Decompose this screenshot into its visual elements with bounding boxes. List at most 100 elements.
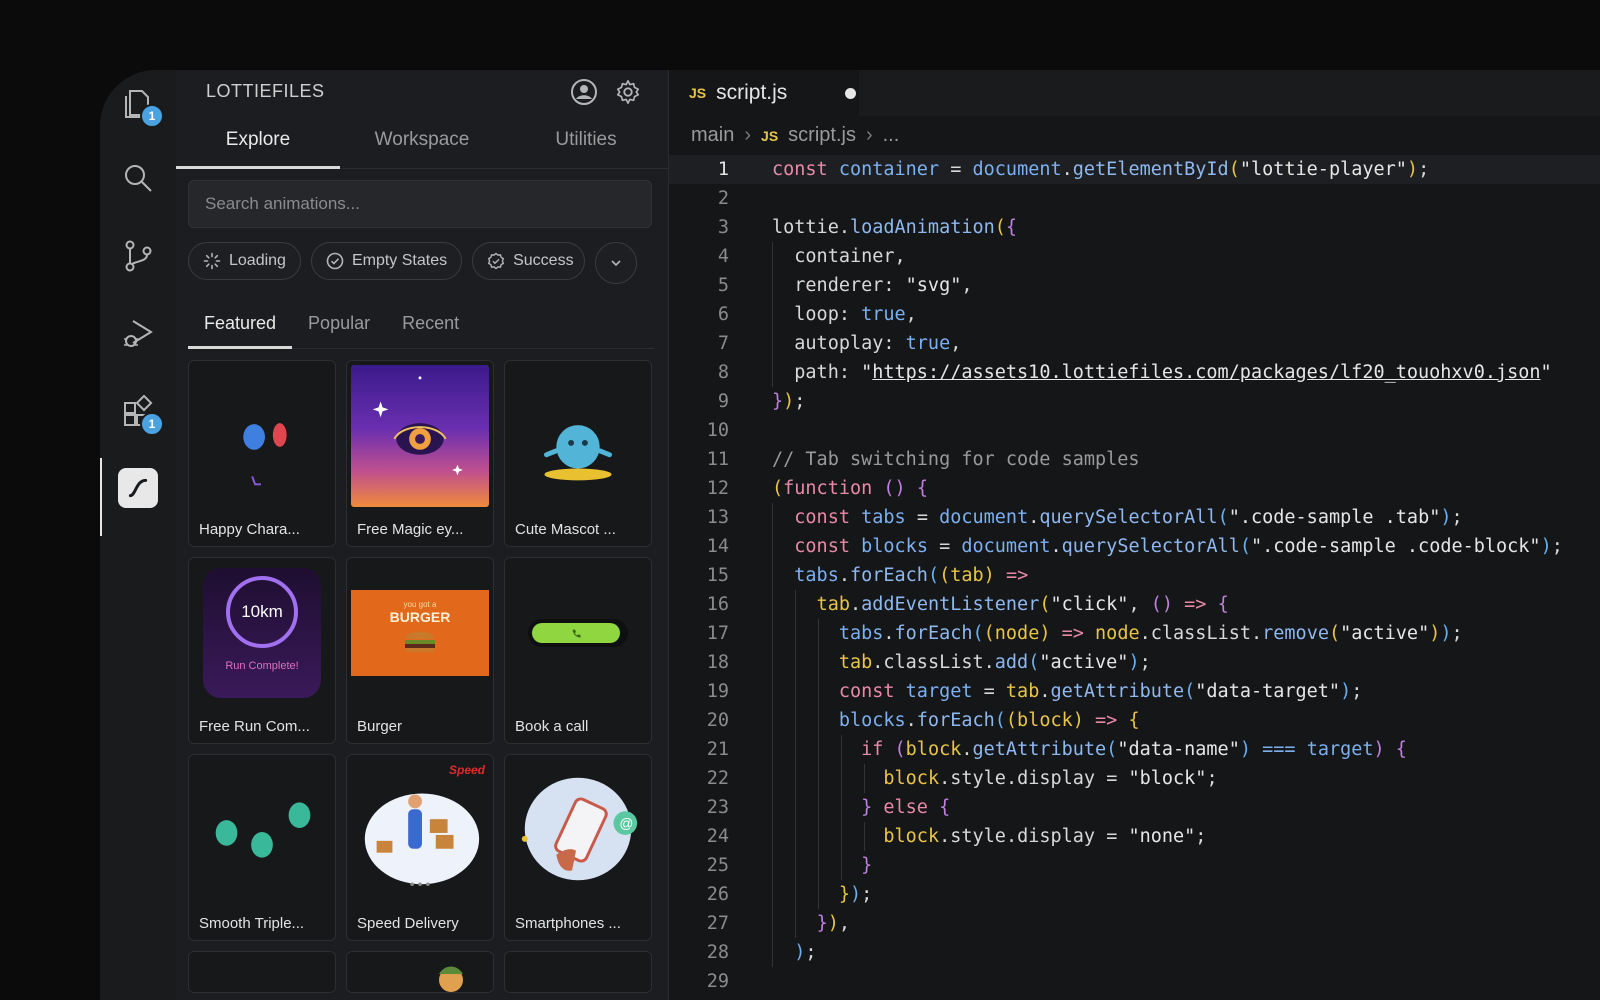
breadcrumb: main › JS script.js › ... xyxy=(691,124,899,147)
code-line: 23 } else { xyxy=(669,793,1600,822)
code-line: 14 const blocks = document.querySelector… xyxy=(669,532,1600,561)
code-line: 13 const tabs = document.querySelectorAl… xyxy=(669,503,1600,532)
animation-card[interactable]: Cute Mascot ... xyxy=(504,360,652,547)
animation-grid: Happy Chara... Free Magic ey... Cute Mas… xyxy=(188,360,658,993)
card-label: Free Magic ey... xyxy=(357,521,464,538)
card-label: Cute Mascot ... xyxy=(515,521,616,538)
card-thumbnail: @ xyxy=(509,759,647,901)
chip-loading[interactable]: Loading xyxy=(188,242,301,280)
animation-card[interactable]: Smooth Triple... xyxy=(188,754,336,941)
search-button[interactable] xyxy=(116,156,160,200)
tab-featured[interactable]: Featured xyxy=(188,298,293,349)
run-debug-button[interactable] xyxy=(116,312,160,356)
animation-card[interactable]: Speed Speed Delivery xyxy=(346,754,494,941)
card-label: Free Run Com... xyxy=(199,718,310,735)
code-line: 11// Tab switching for code samples xyxy=(706,449,1140,470)
more-chips-button[interactable] xyxy=(594,242,637,284)
code-line: 18 tab.classList.add("active"); xyxy=(669,648,1600,677)
code-line: 7 autoplay: true, xyxy=(669,329,1600,358)
card-label: Book a call xyxy=(515,718,589,735)
breadcrumb-branch[interactable]: main xyxy=(691,124,734,147)
account-button[interactable] xyxy=(570,78,598,106)
editor-tab-script-js[interactable]: JS script.js xyxy=(669,70,859,116)
code-line: 4 container, xyxy=(669,242,1600,271)
extensions-badge: 1 xyxy=(140,412,164,436)
code-line: 25 } xyxy=(669,851,1600,880)
card-thumbnail xyxy=(509,562,647,704)
sidebar-tabs: Explore Workspace Utilities xyxy=(176,112,668,169)
lottiefiles-button[interactable] xyxy=(116,466,160,510)
code-line: 3 lottie.loadAnimation({ xyxy=(717,217,1018,238)
gear-icon xyxy=(616,80,640,104)
card-thumbnail xyxy=(193,759,331,901)
js-file-icon: JS xyxy=(761,127,779,144)
burger-icon xyxy=(405,631,435,652)
tab-popular[interactable]: Popular xyxy=(292,298,386,348)
animation-card[interactable]: @ Smartphones ... xyxy=(504,754,652,941)
character-icon xyxy=(439,966,463,992)
code-line: 26 }); xyxy=(669,880,1600,909)
badge-check-icon xyxy=(487,252,505,270)
chip-empty-states[interactable]: Empty States xyxy=(310,242,463,280)
account-icon xyxy=(571,79,597,105)
sidebar-header-actions xyxy=(570,78,642,106)
settings-button[interactable] xyxy=(614,78,642,106)
code-line: 17 tabs.forEach((node) => node.classList… xyxy=(669,619,1600,648)
code-line: 20 blocks.forEach((block) => { xyxy=(669,706,1600,735)
animation-card[interactable]: you got a BURGER Burger xyxy=(346,557,494,744)
tab-recent[interactable]: Recent xyxy=(386,298,475,348)
animation-card[interactable]: Happy Chara... xyxy=(188,360,336,547)
extensions-button[interactable]: 1 xyxy=(116,390,164,436)
chevron-right-icon: › xyxy=(744,124,752,146)
code-line: 22 block.style.display = "block"; xyxy=(669,764,1600,793)
active-indicator xyxy=(100,458,102,536)
animation-card[interactable]: Free Magic ey... xyxy=(346,360,494,547)
speed-text: Speed xyxy=(448,763,485,777)
animation-card[interactable] xyxy=(188,951,336,993)
sidebar-title: LOTTIEFILES xyxy=(206,81,325,101)
card-label: Burger xyxy=(357,718,403,735)
chevron-down-icon xyxy=(611,260,621,267)
tab-workspace[interactable]: Workspace xyxy=(340,112,504,168)
code-line: 27 }), xyxy=(669,909,1600,938)
vscode-window: 1 1 LOTTIEFILES Explore Workspace Utilit… xyxy=(100,70,1600,1000)
chevron-right-icon: › xyxy=(865,124,873,146)
code-line: 29 xyxy=(706,971,729,992)
unsaved-dot-icon[interactable] xyxy=(845,87,857,99)
chip-success-label: Success xyxy=(513,252,574,269)
feed-tabs: Featured Popular Recent xyxy=(188,298,654,349)
code-editor: JS script.js main › JS script.js › ... 1… xyxy=(669,70,1600,1000)
explorer-badge: 1 xyxy=(140,104,164,128)
code-line: 1 const container = document.getElementBy… xyxy=(669,155,1600,184)
animation-card[interactable] xyxy=(346,951,494,993)
run-complete-text: Run Complete! xyxy=(225,660,299,672)
search-input[interactable] xyxy=(203,193,637,215)
category-chips: Loading Empty States Success xyxy=(188,242,654,284)
code-line: 9}); xyxy=(717,391,806,412)
editor-tab-label: script.js xyxy=(716,81,788,104)
code-area[interactable]: 1 const container = document.getElementBy… xyxy=(669,155,1600,996)
breadcrumb-file[interactable]: script.js xyxy=(788,124,856,147)
chip-empty-states-label: Empty States xyxy=(351,252,448,269)
animation-card[interactable]: 10km Run Complete! Free Run Com... xyxy=(188,557,336,744)
code-line: 19 const target = tab.getAttribute("data… xyxy=(669,677,1600,706)
phone-icon xyxy=(572,629,581,638)
card-thumbnail xyxy=(351,365,489,507)
explorer-button[interactable]: 1 xyxy=(116,82,164,128)
run-debug-icon xyxy=(124,320,153,347)
burger-small-text: you got a xyxy=(403,600,437,609)
js-file-icon: JS xyxy=(689,85,707,101)
animation-card[interactable]: Book a call xyxy=(504,557,652,744)
card-label: Happy Chara... xyxy=(199,521,300,538)
card-thumbnail: you got a BURGER xyxy=(351,562,489,704)
breadcrumb-more[interactable]: ... xyxy=(883,124,900,147)
chip-success[interactable]: Success xyxy=(472,242,585,280)
code-line: 16 tab.addEventListener("click", () => { xyxy=(669,590,1600,619)
code-line: 6 loop: true, xyxy=(669,300,1600,329)
tab-utilities[interactable]: Utilities xyxy=(504,112,668,168)
tab-explore[interactable]: Explore xyxy=(176,112,340,169)
card-label: Speed Delivery xyxy=(357,915,459,932)
at-sign-icon: @ xyxy=(619,816,633,831)
source-control-button[interactable] xyxy=(116,234,160,278)
animation-card[interactable] xyxy=(504,951,652,993)
